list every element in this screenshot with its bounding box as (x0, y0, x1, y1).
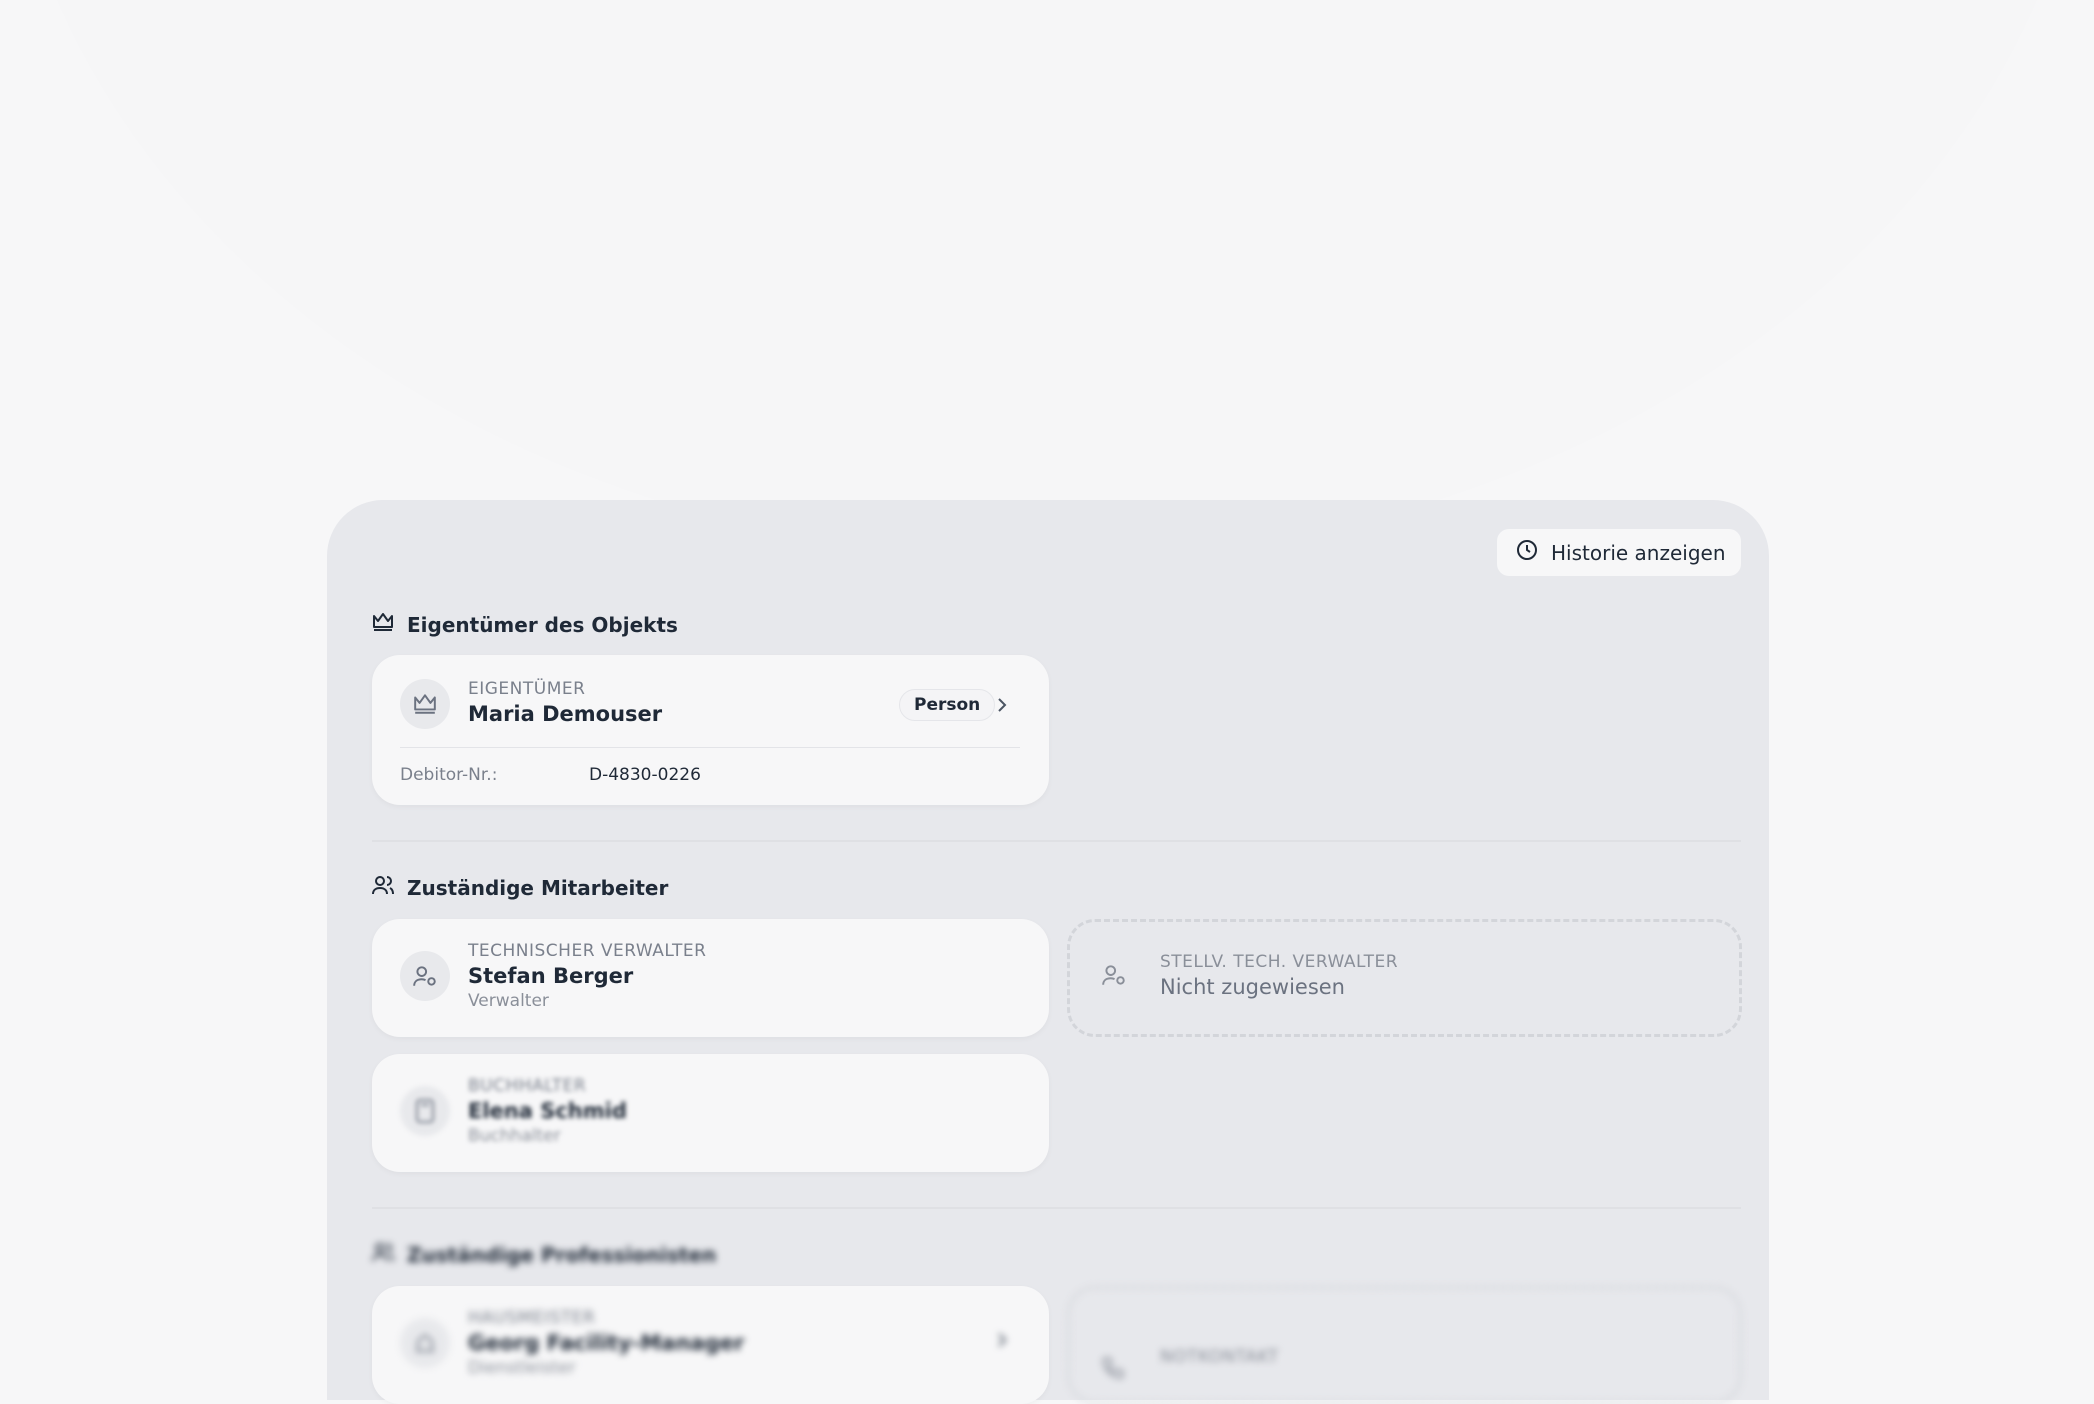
card-divider (400, 747, 1020, 748)
background-arc (0, 0, 2094, 560)
pro-section-title: Zuständige Professionisten (371, 1241, 716, 1268)
caretaker-card[interactable]: HAUSMEISTER Georg Facility-Manager Diens… (372, 1286, 1049, 1404)
accountant-name: Elena Schmid (468, 1099, 627, 1123)
history-button-label: Historie anzeigen (1551, 540, 1726, 565)
deputy-manager-role: STELLV. TECH. VERWALTER (1160, 952, 1399, 972)
accountant-sub: Buchhalter (468, 1126, 561, 1146)
calculator-icon (400, 1086, 450, 1136)
accountant-card[interactable]: BUCHHALTER Elena Schmid Buchhalter (372, 1054, 1049, 1172)
caretaker-name: Georg Facility-Manager (468, 1331, 745, 1355)
users-icon (371, 874, 395, 901)
chevron-right-icon[interactable] (992, 693, 1012, 721)
debitor-label: Debitor-Nr.: (400, 765, 498, 785)
staff-section-label: Zuständige Mitarbeiter (407, 875, 669, 900)
owner-card[interactable]: EIGENTÜMER Maria Demouser Person Debitor… (372, 655, 1049, 805)
owner-role: EIGENTÜMER (468, 679, 586, 699)
deputy-manager-card[interactable]: STELLV. TECH. VERWALTER Nicht zugewiesen (1067, 919, 1742, 1037)
owner-section-label: Eigentümer des Objekts (407, 612, 678, 637)
owner-name: Maria Demouser (468, 702, 663, 726)
clock-icon (1515, 538, 1539, 567)
deputy-manager-name: Nicht zugewiesen (1160, 975, 1345, 999)
accountant-role: BUCHHALTER (468, 1076, 587, 1096)
technical-manager-sub: Verwalter (468, 991, 549, 1011)
section-divider (372, 840, 1741, 842)
technical-manager-role: TECHNISCHER VERWALTER (468, 941, 707, 961)
technical-manager-card[interactable]: TECHNISCHER VERWALTER Stefan Berger Verw… (372, 919, 1049, 1037)
emergency-contact-role: NOTKONTAKT (1160, 1347, 1279, 1367)
caretaker-sub: Dienstleister (468, 1358, 576, 1378)
section-divider (372, 1207, 1741, 1209)
crown-icon (371, 611, 395, 638)
caretaker-role: HAUSMEISTER (468, 1308, 596, 1328)
crown-icon (400, 679, 450, 729)
phone-icon (1100, 1355, 1126, 1385)
history-button[interactable]: Historie anzeigen (1497, 529, 1741, 576)
emergency-contact-card[interactable]: NOTKONTAKT (1067, 1286, 1742, 1404)
staff-section-title: Zuständige Mitarbeiter (371, 874, 668, 901)
technical-manager-name: Stefan Berger (468, 964, 634, 988)
owner-type-badge: Person (899, 689, 996, 721)
user-cog-icon (400, 951, 450, 1001)
chevron-right-icon[interactable] (992, 1328, 1012, 1356)
users-icon (371, 1241, 395, 1268)
building-icon (400, 1318, 450, 1368)
owner-section-title: Eigentümer des Objekts (371, 611, 678, 638)
user-cog-icon (1100, 962, 1128, 992)
pro-section-label: Zuständige Professionisten (407, 1242, 717, 1267)
debitor-value: D-4830-0226 (589, 765, 701, 785)
